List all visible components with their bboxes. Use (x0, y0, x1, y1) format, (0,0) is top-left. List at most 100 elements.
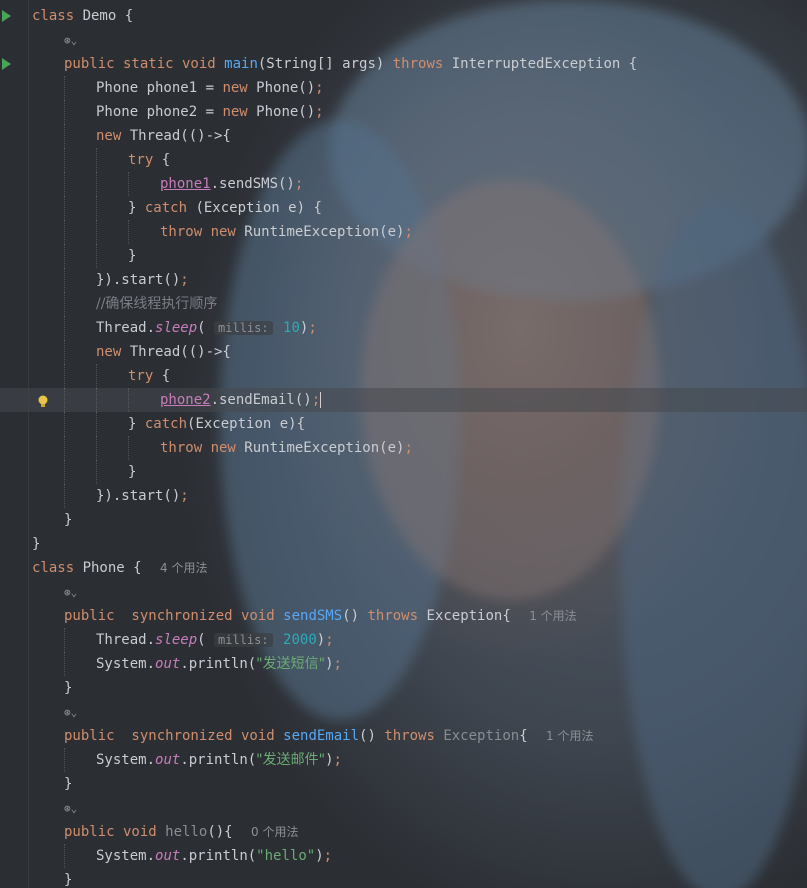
code-token: ) (325, 752, 334, 768)
code-text[interactable]: ⊛⌄ (64, 580, 77, 605)
code-line[interactable]: class Phone { 4 个用法 (0, 556, 807, 580)
code-text[interactable]: } (64, 676, 72, 700)
code-line[interactable]: } catch (Exception e) { (0, 196, 807, 220)
code-token: { (161, 152, 171, 168)
code-line[interactable]: System.out.println("hello"); (0, 844, 807, 868)
code-token: main (224, 56, 258, 72)
code-line[interactable]: throw new RuntimeException(e); (0, 436, 807, 460)
code-lens-icon[interactable]: ⊛⌄ (64, 34, 77, 47)
code-line[interactable]: }).start(); (0, 268, 807, 292)
code-line[interactable]: System.out.println("发送邮件"); (0, 748, 807, 772)
usage-count[interactable]: 4 个用法 (160, 561, 207, 575)
indent-guide (96, 148, 98, 172)
code-text[interactable]: ⊛⌄ (64, 28, 77, 53)
code-line[interactable]: //确保线程执行顺序 (0, 292, 807, 316)
code-token: sleep (155, 632, 198, 648)
code-line[interactable]: } (0, 532, 807, 556)
code-token: ; (333, 752, 342, 768)
code-line[interactable]: } (0, 868, 807, 888)
usage-count[interactable]: 1 个用法 (529, 609, 576, 623)
code-text[interactable]: public static void main(String[] args) t… (64, 52, 637, 76)
code-line[interactable]: public static void main(String[] args) t… (0, 52, 807, 76)
code-line[interactable]: } (0, 244, 807, 268)
code-text[interactable]: new Thread(()->{ (96, 124, 231, 148)
usage-count[interactable]: 0 个用法 (251, 825, 298, 839)
code-text[interactable]: } catch(Exception e){ (128, 412, 305, 436)
code-text[interactable]: }).start(); (96, 484, 189, 508)
code-token: 2000 (274, 632, 317, 648)
code-text[interactable]: Phone phone2 = new Phone(); (96, 100, 324, 124)
usage-count[interactable]: 1 个用法 (546, 729, 593, 743)
code-line[interactable]: System.out.println("发送短信"); (0, 652, 807, 676)
code-text[interactable]: } (128, 460, 136, 484)
code-line[interactable]: public synchronized void sendEmail() thr… (0, 724, 807, 748)
code-text[interactable]: try { (128, 364, 170, 388)
code-line[interactable]: new Thread(()->{ (0, 340, 807, 364)
code-line[interactable]: Thread.sleep( millis: 10); (0, 316, 807, 340)
code-text[interactable]: throw new RuntimeException(e); (160, 436, 413, 460)
code-text[interactable]: }).start(); (96, 268, 189, 292)
code-text[interactable]: } (128, 244, 136, 268)
code-text[interactable]: public synchronized void sendSMS() throw… (64, 604, 577, 628)
code-token: Phone phone2 = (96, 104, 223, 120)
code-text[interactable]: try { (128, 148, 170, 172)
code-line[interactable]: phone1.sendSMS(); (0, 172, 807, 196)
code-text[interactable]: } catch (Exception e) { (128, 196, 322, 220)
code-token: new (96, 344, 130, 360)
code-line[interactable]: new Thread(()->{ (0, 124, 807, 148)
code-line[interactable]: } (0, 676, 807, 700)
code-line[interactable]: public synchronized void sendSMS() throw… (0, 604, 807, 628)
code-text[interactable]: } (64, 868, 72, 888)
code-lens-icon[interactable]: ⊛⌄ (64, 802, 77, 815)
lightbulb-icon[interactable] (38, 393, 48, 407)
code-text[interactable]: throw new RuntimeException(e); (160, 220, 413, 244)
current-line[interactable]: phone2.sendEmail(); (0, 388, 807, 412)
code-editor[interactable]: class Demo { ⊛⌄ public static void main(St… (0, 0, 807, 888)
code-token: out (155, 752, 181, 768)
code-line[interactable]: ⊛⌄ (0, 796, 807, 820)
code-text[interactable]: ⊛⌄ (64, 700, 77, 725)
code-token: throws (384, 728, 444, 744)
code-line[interactable]: public void hello(){ 0 个用法 (0, 820, 807, 844)
code-line[interactable]: ⊛⌄ (0, 700, 807, 724)
code-text[interactable]: class Demo { (32, 4, 133, 28)
code-line[interactable]: Phone phone2 = new Phone(); (0, 100, 807, 124)
code-line[interactable]: } catch(Exception e){ (0, 412, 807, 436)
code-text[interactable]: //确保线程执行顺序 (96, 292, 217, 316)
code-text[interactable]: } (32, 532, 40, 556)
code-token: throw new (160, 224, 245, 240)
code-line[interactable]: } (0, 772, 807, 796)
code-text[interactable]: System.out.println("发送短信"); (96, 652, 342, 676)
code-line[interactable]: class Demo { (0, 4, 807, 28)
code-text[interactable]: ⊛⌄ (64, 796, 77, 821)
code-lens-icon[interactable]: ⊛⌄ (64, 706, 77, 719)
code-text[interactable]: phone1.sendSMS(); (160, 172, 303, 196)
code-line[interactable]: Phone phone1 = new Phone(); (0, 76, 807, 100)
code-line[interactable]: try { (0, 364, 807, 388)
code-text[interactable]: phone2.sendEmail(); (160, 388, 322, 412)
code-lens-icon[interactable]: ⊛⌄ (64, 586, 77, 599)
code-text[interactable]: } (64, 508, 72, 532)
code-text[interactable]: Thread.sleep( millis: 10); (96, 316, 317, 340)
code-line[interactable]: try { (0, 148, 807, 172)
code-line[interactable]: ⊛⌄ (0, 580, 807, 604)
code-text[interactable]: public void hello(){ 0 个用法 (64, 820, 298, 844)
code-text[interactable]: System.out.println("发送邮件"); (96, 748, 342, 772)
code-line[interactable]: throw new RuntimeException(e); (0, 220, 807, 244)
code-text[interactable]: new Thread(()->{ (96, 340, 231, 364)
code-token: Phone() (256, 80, 316, 96)
code-text[interactable]: public synchronized void sendEmail() thr… (64, 724, 594, 748)
indent-guide (64, 748, 66, 772)
code-line[interactable]: } (0, 508, 807, 532)
code-text[interactable]: Phone phone1 = new Phone(); (96, 76, 324, 100)
code-token: ; (404, 440, 413, 456)
indent-guide (64, 292, 66, 316)
code-line[interactable]: ⊛⌄ (0, 28, 807, 52)
code-text[interactable]: class Phone { 4 个用法 (32, 556, 207, 580)
code-text[interactable]: System.out.println("hello"); (96, 844, 332, 868)
code-line[interactable]: } (0, 460, 807, 484)
code-line[interactable]: }).start(); (0, 484, 807, 508)
code-text[interactable]: } (64, 772, 72, 796)
code-text[interactable]: Thread.sleep( millis: 2000); (96, 628, 334, 652)
code-line[interactable]: Thread.sleep( millis: 2000); (0, 628, 807, 652)
